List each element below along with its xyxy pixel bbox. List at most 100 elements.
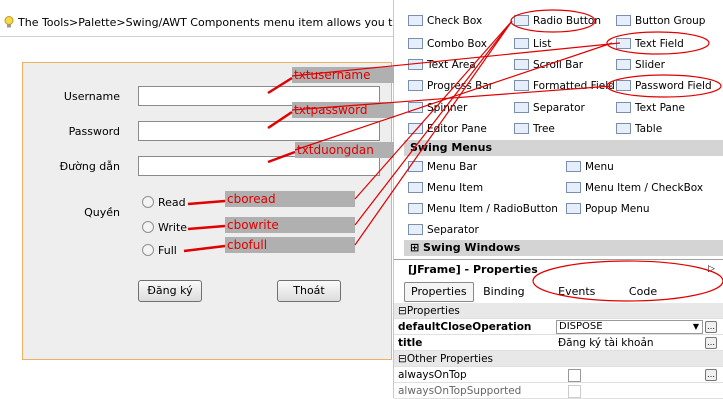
annotation-cbowrite: cbowrite xyxy=(225,217,355,233)
tip-bar: The Tools>Palette>Swing/AWT Components m… xyxy=(0,12,393,34)
menu-item-radio-icon xyxy=(408,203,423,214)
radio-circle-icon xyxy=(142,221,154,233)
palette-editor-pane[interactable]: Editor Pane xyxy=(408,120,487,138)
menu-item-icon xyxy=(408,182,423,193)
radio-button-icon xyxy=(514,15,529,26)
path-field[interactable] xyxy=(138,156,380,176)
tab-events[interactable]: Events xyxy=(552,283,601,301)
register-button[interactable]: Đăng ký xyxy=(138,280,202,302)
scroll-bar-icon xyxy=(514,59,529,70)
palette-text-area[interactable]: Text Area xyxy=(408,56,476,74)
slider-icon xyxy=(616,59,631,70)
ellipsis-button[interactable]: … xyxy=(705,321,717,333)
annotation-txtduongdan: txtduongdan xyxy=(295,142,398,158)
section-properties[interactable]: ⊟Properties xyxy=(394,303,723,319)
component-palette: Check Box Radio Button Button Group Comb… xyxy=(394,0,723,399)
text-pane-icon xyxy=(616,102,631,113)
palette-progress-bar[interactable]: Progress Bar xyxy=(408,77,493,95)
palette-text-pane[interactable]: Text Pane xyxy=(616,99,685,117)
menu-item-checkbox-icon xyxy=(566,182,581,193)
password-field-icon xyxy=(616,80,631,91)
palette-scroll-bar[interactable]: Scroll Bar xyxy=(514,56,583,74)
menu-bar-icon xyxy=(408,161,423,172)
lightbulb-icon xyxy=(4,14,14,28)
prop-row-always-on-top-supported: alwaysOnTopSupported xyxy=(394,383,723,399)
palette-popup-menu[interactable]: Popup Menu xyxy=(566,200,650,218)
combo-box-icon xyxy=(408,38,423,49)
ellipsis-button[interactable]: … xyxy=(705,369,717,381)
palette-tree[interactable]: Tree xyxy=(514,120,555,138)
text-field-icon xyxy=(616,38,631,49)
text-area-icon xyxy=(408,59,423,70)
menu-icon xyxy=(566,161,581,172)
table-icon xyxy=(616,123,631,134)
check-box-icon xyxy=(408,15,423,26)
tab-binding[interactable]: Binding xyxy=(477,283,531,301)
annotation-cbofull: cbofull xyxy=(225,237,355,253)
palette-menu-item-radio[interactable]: Menu Item / RadioButton xyxy=(408,200,558,218)
palette-menu-separator[interactable]: Separator xyxy=(408,221,479,239)
radio-circle-icon xyxy=(142,244,154,256)
progress-bar-icon xyxy=(408,80,423,91)
password-field[interactable] xyxy=(138,121,380,141)
tip-text: The Tools>Palette>Swing/AWT Components m… xyxy=(18,16,393,29)
dropdown-arrow-icon: ▼ xyxy=(692,322,699,331)
properties-tabs: Properties Binding Events Code xyxy=(404,282,663,302)
password-label: Password xyxy=(68,125,120,138)
palette-button-group[interactable]: Button Group xyxy=(616,12,705,30)
list-icon xyxy=(514,38,529,49)
palette-spinner[interactable]: Spinner xyxy=(408,99,467,117)
palette-slider[interactable]: Slider xyxy=(616,56,665,74)
annotation-cboread: cboread xyxy=(225,191,355,207)
radio-full[interactable]: Full xyxy=(142,244,177,257)
ellipsis-button[interactable]: … xyxy=(705,337,717,349)
default-close-dropdown[interactable]: DISPOSE ▼ xyxy=(556,320,703,334)
palette-menu-item[interactable]: Menu Item xyxy=(408,179,483,197)
palette-password-field[interactable]: Password Field xyxy=(616,77,712,95)
path-label: Đường dẫn xyxy=(59,160,120,173)
palette-text-field[interactable]: Text Field xyxy=(616,35,684,53)
palette-check-box[interactable]: Check Box xyxy=(408,12,482,30)
category-swing-menus[interactable]: Swing Menus xyxy=(404,140,723,156)
popup-menu-icon xyxy=(566,203,581,214)
username-label: Username xyxy=(63,90,120,103)
palette-radio-button[interactable]: Radio Button xyxy=(514,12,601,30)
palette-menu-item-checkbox[interactable]: Menu Item / CheckBox xyxy=(566,179,703,197)
tab-properties[interactable]: Properties xyxy=(404,282,474,302)
always-on-top-checkbox[interactable] xyxy=(568,369,581,382)
category-swing-windows[interactable]: ⊞ Swing Windows xyxy=(404,240,723,256)
annotation-txtpassword: txtpassword xyxy=(292,102,398,118)
palette-separator[interactable]: Separator xyxy=(514,99,585,117)
panel-divider xyxy=(394,259,723,260)
palette-formatted-field[interactable]: Formatted Field xyxy=(514,77,615,95)
always-on-top-supported-checkbox xyxy=(568,385,581,398)
radio-write[interactable]: Write xyxy=(142,221,187,234)
button-group-icon xyxy=(616,15,631,26)
tree-icon xyxy=(514,123,529,134)
palette-combo-box[interactable]: Combo Box xyxy=(408,35,487,53)
permission-label: Quyền xyxy=(84,206,120,219)
collapse-icon: ⊟ xyxy=(398,353,407,365)
collapse-icon: ⊟ xyxy=(398,305,407,317)
spinner-icon xyxy=(408,102,423,113)
palette-menu[interactable]: Menu xyxy=(566,158,614,176)
editor-pane-icon xyxy=(408,123,423,134)
prop-row-always-on-top: alwaysOnTop xyxy=(394,367,723,383)
radio-circle-icon xyxy=(142,196,154,208)
annotation-txtusername: txtusername xyxy=(292,67,398,83)
section-other-properties[interactable]: ⊟Other Properties xyxy=(394,351,723,367)
properties-title: [JFrame] - Properties xyxy=(408,263,538,276)
formatted-field-icon xyxy=(514,80,529,91)
palette-table[interactable]: Table xyxy=(616,120,662,138)
palette-menu-bar[interactable]: Menu Bar xyxy=(408,158,477,176)
title-value[interactable]: Đăng ký tài khoản xyxy=(558,336,654,350)
separator-icon xyxy=(408,224,423,235)
tab-code[interactable]: Code xyxy=(623,283,663,301)
expand-icon: ⊞ xyxy=(410,241,424,254)
panel-menu-icon[interactable]: ▷ xyxy=(708,264,715,274)
separator-icon xyxy=(514,102,529,113)
radio-read[interactable]: Read xyxy=(142,196,186,209)
palette-list[interactable]: List xyxy=(514,35,551,53)
tip-divider xyxy=(0,36,393,37)
exit-button[interactable]: Thoát xyxy=(277,280,341,302)
